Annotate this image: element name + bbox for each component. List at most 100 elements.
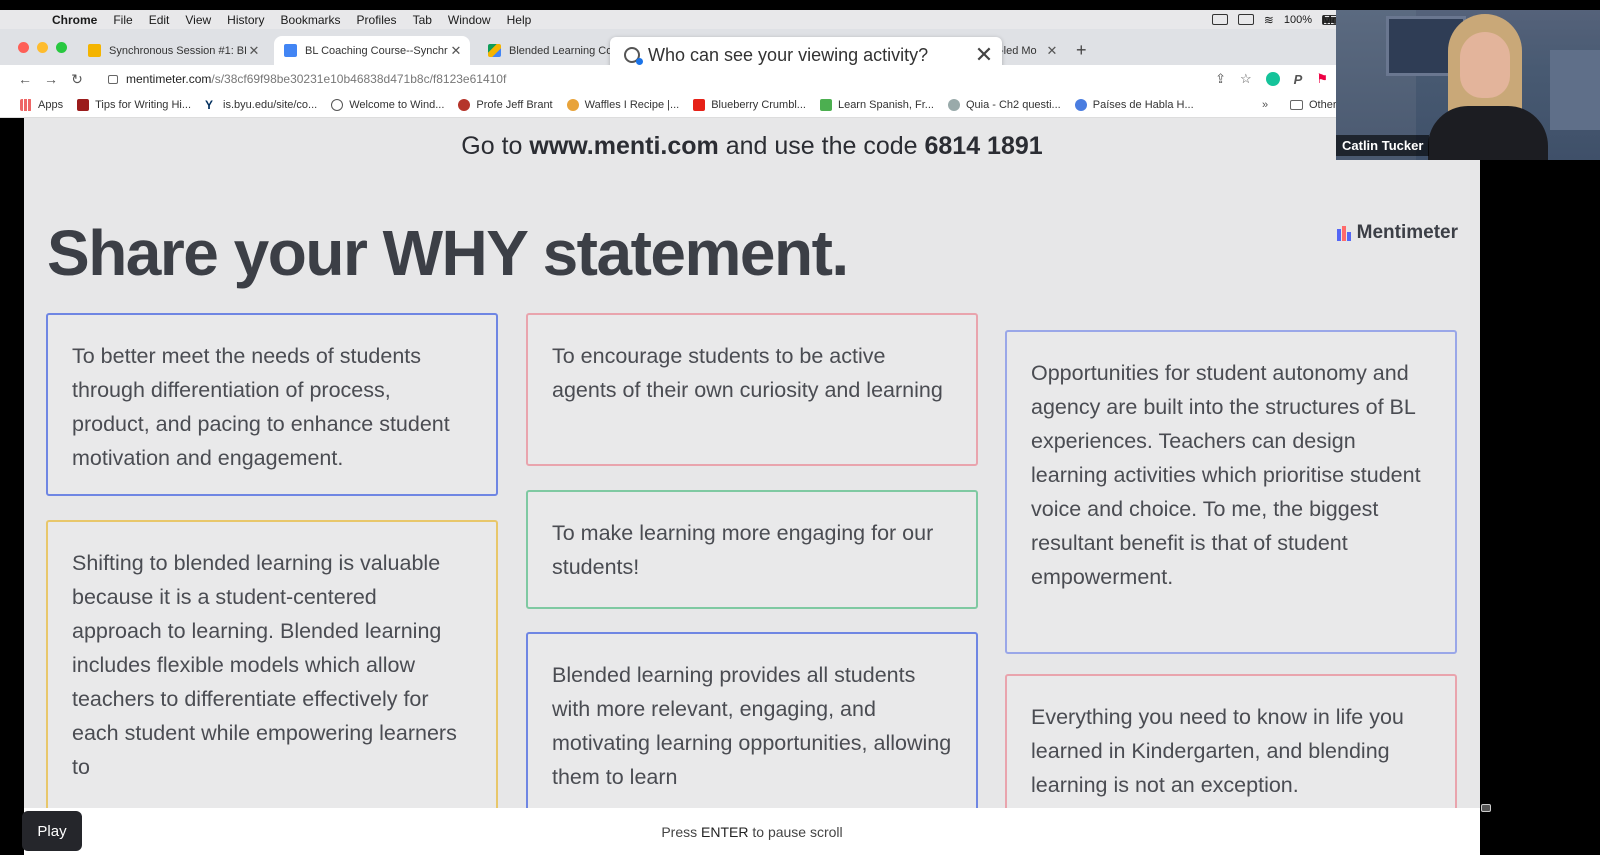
tab-led-model[interactable]: -led Mo ✕ — [998, 36, 1066, 65]
response-card: To make learning more engaging for our s… — [526, 490, 978, 609]
drive-icon — [488, 44, 501, 57]
bookmark-item[interactable]: Quia - Ch2 questi... — [947, 99, 1061, 111]
share-icon[interactable]: ⇪ — [1215, 71, 1226, 87]
mentimeter-logo-icon — [1336, 225, 1351, 241]
url-domain: mentimeter.com — [126, 72, 212, 86]
mentimeter-icon — [284, 44, 297, 57]
zoom-window-button[interactable] — [56, 42, 67, 53]
pinterest-icon[interactable]: P — [1294, 72, 1303, 87]
bookmark-item[interactable]: Yis.byu.edu/site/co... — [205, 99, 317, 111]
response-text: Shifting to blended learning is valuable… — [72, 551, 457, 779]
webcam-background-wall — [1550, 50, 1600, 130]
participant-name: Catlin Tucker — [1336, 135, 1430, 156]
response-card: Everything you need to know in life you … — [1005, 674, 1457, 808]
bookmark-item[interactable]: Tips for Writing Hi... — [77, 99, 191, 111]
bookmark-item[interactable]: Waffles I Recipe |... — [566, 99, 680, 111]
menu-help[interactable]: Help — [507, 13, 532, 27]
bookmark-label: Apps — [38, 99, 64, 111]
hint-key: ENTER — [701, 823, 749, 840]
tab-title: Synchronous Session #1: BL C — [109, 44, 246, 57]
window-controls — [18, 42, 67, 53]
bookmark-label: Blueberry Crumbl... — [711, 99, 806, 111]
bookmark-item[interactable]: Países de Habla H... — [1074, 99, 1194, 111]
person-body — [1428, 106, 1548, 160]
response-card: To encourage students to be active agent… — [526, 313, 978, 466]
learn-spanish-icon — [819, 99, 832, 111]
bookmarks-bar: Apps Tips for Writing Hi... Yis.byu.edu/… — [0, 93, 1340, 118]
menu-file[interactable]: File — [113, 13, 132, 27]
tab-title: BL Coaching Course--Synchro — [305, 44, 448, 57]
back-icon[interactable]: ← — [12, 71, 38, 87]
response-card: Blended learning provides all students w… — [526, 632, 978, 808]
tab-synchronous-session[interactable]: Synchronous Session #1: BL C ✕ — [78, 36, 268, 65]
airplay-icon[interactable] — [1211, 14, 1228, 25]
url-field[interactable]: mentimeter.com/s/38cf69f98be30231e10b468… — [126, 72, 506, 86]
webcam-video[interactable]: Catlin Tucker — [1336, 10, 1600, 160]
wifi-icon[interactable]: ≋ — [1264, 13, 1274, 27]
forward-icon[interactable]: → — [38, 71, 64, 87]
reload-icon[interactable]: ↻ — [64, 71, 90, 88]
new-tab-button[interactable]: + — [1076, 40, 1087, 61]
bookmark-label: Quia - Ch2 questi... — [965, 99, 1061, 111]
response-text: Blended learning provides all students w… — [552, 663, 952, 789]
battery-percent: 100% — [1283, 13, 1312, 26]
menu-profiles[interactable]: Profiles — [357, 13, 397, 27]
address-bar: ← → ↻ mentimeter.com/s/38cf69f98be30231e… — [0, 65, 1340, 93]
menu-tab[interactable]: Tab — [413, 13, 432, 27]
join-prefix: Go to — [461, 132, 530, 160]
menu-bookmarks[interactable]: Bookmarks — [281, 13, 341, 27]
quia-icon — [947, 99, 960, 111]
apps-grid-icon — [20, 99, 32, 111]
bookmark-label: Waffles I Recipe |... — [584, 99, 680, 111]
windsor-icon — [331, 99, 344, 111]
join-code: 6814 1891 — [924, 132, 1043, 160]
play-button[interactable]: Play — [22, 811, 82, 851]
bc-icon — [77, 99, 90, 111]
bookmarks-overflow-button[interactable]: » — [1262, 99, 1268, 111]
other-bookmarks-folder[interactable]: Other — [1290, 99, 1337, 111]
resize-handle[interactable] — [1481, 804, 1491, 812]
tab-bl-coaching-course[interactable]: BL Coaching Course--Synchro ✕ — [274, 36, 470, 65]
grammarly-icon[interactable] — [1265, 72, 1280, 86]
close-icon[interactable]: ✕ — [448, 43, 464, 59]
bookmark-apps[interactable]: Apps — [20, 99, 63, 111]
hint-suffix: to pause scroll — [752, 823, 843, 840]
bookmark-item[interactable]: Welcome to Wind... — [331, 99, 444, 111]
close-icon[interactable]: ✕ — [246, 43, 262, 59]
lock-icon[interactable] — [108, 74, 118, 84]
star-icon[interactable]: ☆ — [1240, 71, 1252, 87]
extension-icon[interactable]: ⚑ — [1316, 71, 1328, 87]
bookmark-item[interactable]: Profe Jeff Brant — [458, 99, 553, 111]
popup-text: Who can see your viewing activity? — [648, 44, 929, 65]
minimize-window-button[interactable] — [37, 42, 48, 53]
byu-icon: Y — [205, 99, 218, 111]
menu-window[interactable]: Window — [448, 13, 491, 27]
bookmark-label: is.byu.edu/site/co... — [223, 99, 318, 111]
screen: Chrome File Edit View History Bookmarks … — [0, 0, 1600, 855]
join-site: www.menti.com — [529, 132, 719, 160]
response-text: Everything you need to know in life you … — [1031, 705, 1404, 797]
bookmark-item[interactable]: Learn Spanish, Fr... — [819, 99, 934, 111]
join-mid: and use the code — [718, 132, 925, 160]
slide-title: Share your WHY statement. — [47, 217, 849, 289]
bookmark-label: Other — [1309, 99, 1337, 111]
hint-prefix: Press — [661, 823, 698, 840]
bookmark-label: Tips for Writing Hi... — [95, 99, 192, 111]
tab-blended-learning-coach[interactable]: Blended Learning Coac — [478, 36, 613, 65]
menu-app-chrome[interactable]: Chrome — [52, 13, 97, 27]
menu-view[interactable]: View — [185, 13, 211, 27]
mentimeter-logo: Mentimeter — [1336, 222, 1458, 244]
response-text: Opportunities for student autonomy and a… — [1031, 361, 1421, 589]
menu-history[interactable]: History — [227, 13, 264, 27]
close-icon[interactable]: ✕ — [1044, 43, 1060, 59]
menu-edit[interactable]: Edit — [149, 13, 170, 27]
response-card: Opportunities for student autonomy and a… — [1005, 330, 1457, 654]
allrecipes-icon — [566, 99, 579, 111]
display-icon[interactable] — [1237, 14, 1254, 25]
bookmark-label: Learn Spanish, Fr... — [837, 99, 934, 111]
bookmark-label: Welcome to Wind... — [349, 99, 445, 111]
response-card: To better meet the needs of students thr… — [46, 313, 498, 496]
mentimeter-slide: Go to www.menti.com and use the code 681… — [24, 118, 1480, 808]
close-window-button[interactable] — [18, 42, 29, 53]
bookmark-item[interactable]: Blueberry Crumbl... — [693, 99, 806, 111]
